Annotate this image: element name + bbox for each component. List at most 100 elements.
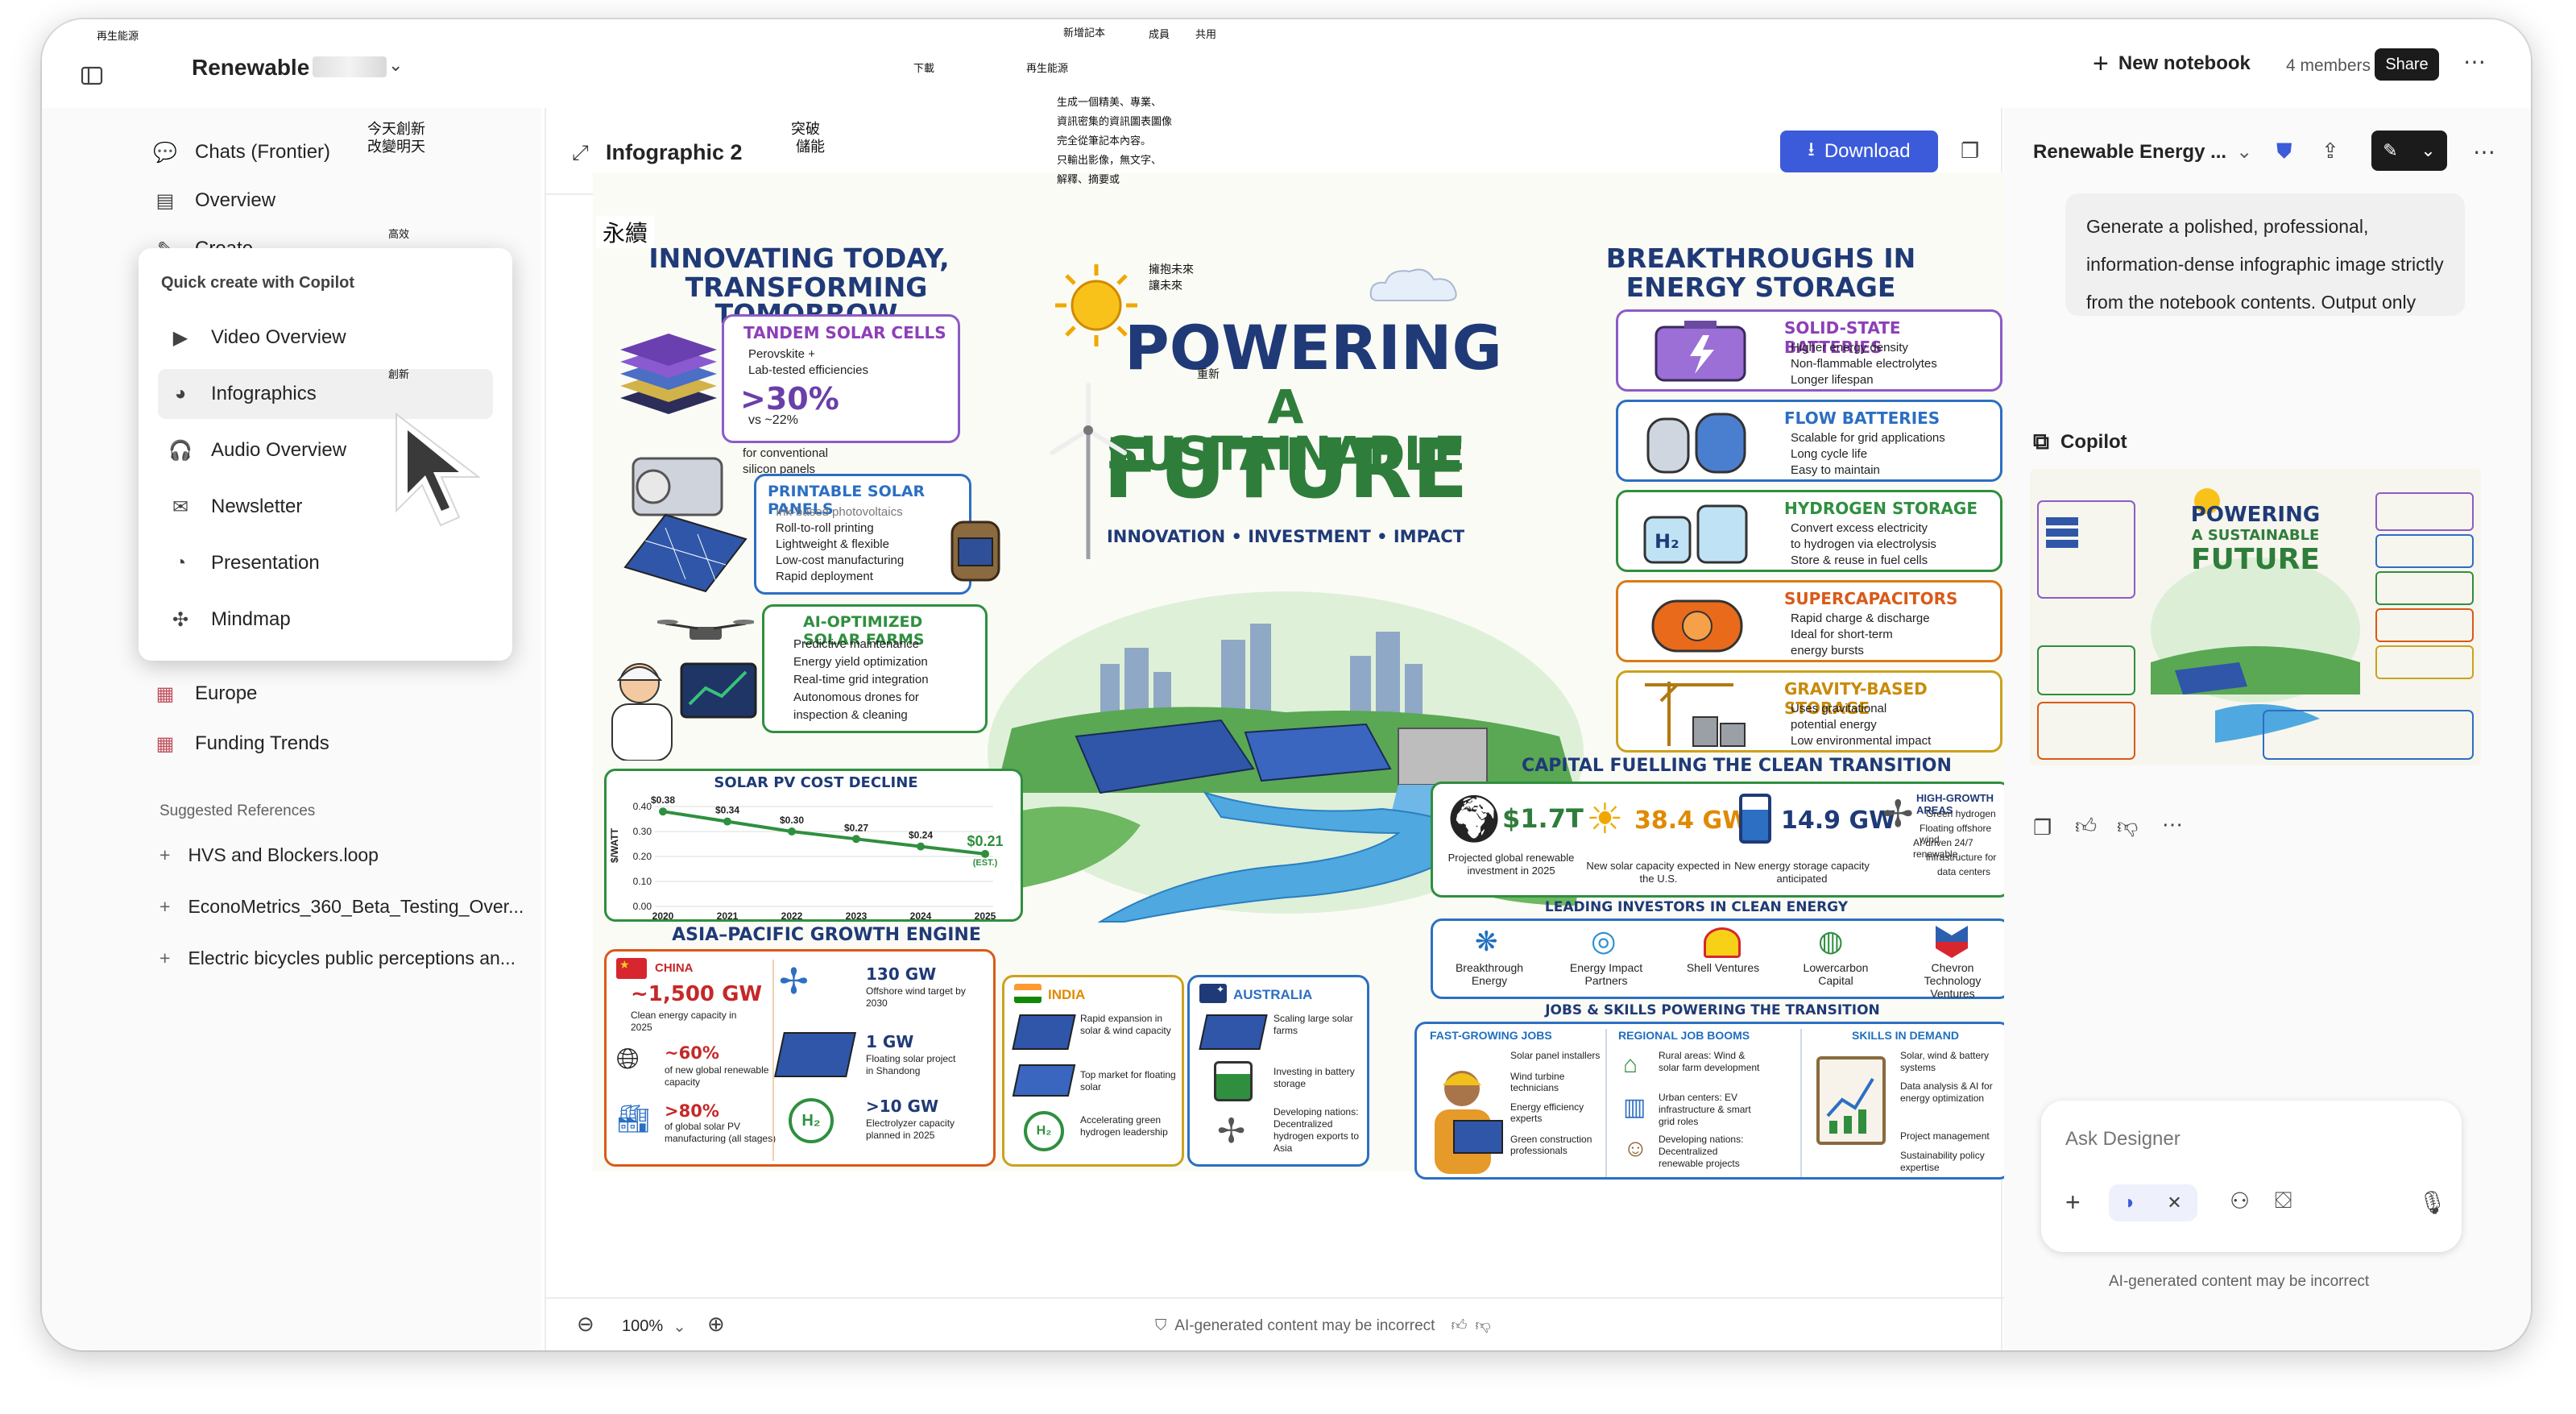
center-subtitle: INNOVATION • INVESTMENT • IMPACT [1106, 527, 1465, 546]
hydrogen-icon: H₂ [789, 1098, 834, 1143]
shield-icon[interactable]: ⛊ [2276, 139, 2292, 164]
x-tick-label: 2022 [781, 910, 803, 922]
china-stat-label: Floating solar project in Shandong [866, 1053, 956, 1076]
canvas-title[interactable]: Infographic 2 [606, 140, 743, 165]
add-icon: + [159, 896, 171, 917]
add-icon[interactable]: + [2065, 1188, 2081, 1217]
panel-title[interactable]: Renewable Energy ... ⌄ [2033, 140, 2252, 164]
capital-label: New energy storage capacity anticipated [1734, 860, 1870, 885]
australia-item: Investing in battery storage [1274, 1066, 1355, 1089]
storage-bullet: potential energy [1791, 718, 1877, 732]
ai-farms-bullet: Autonomous drones for [793, 690, 919, 704]
zoom-out-icon[interactable]: ⊖ [577, 1312, 594, 1337]
thumbs-down-icon[interactable]: 👎︎ [1475, 1317, 1490, 1335]
more-options-icon[interactable]: ⋯ [2473, 139, 2495, 165]
ai-farms-bullet: Energy yield optimization [793, 655, 928, 669]
generated-thumbnail[interactable]: POWERING A SUSTAINABLE FUTURE [2030, 469, 2481, 765]
jobs-card: FAST-GROWING JOBS Solar panel installers… [1414, 1022, 2011, 1180]
disclaimer-text: AI-generated content may be incorrect [1174, 1317, 1435, 1334]
designer-chip[interactable]: ◗ ✕ [2109, 1184, 2197, 1221]
overlay-annotation: 讓未來 [1149, 279, 1182, 292]
investor-label: Breakthrough Energy [1455, 961, 1524, 987]
x-tick-label: 2023 [846, 910, 868, 922]
notebook-title[interactable]: Renewable [192, 55, 309, 81]
sidebar-item-label: Chats (Frontier) [195, 141, 331, 163]
sidebar-item-overview[interactable]: ▤ Overview [153, 189, 275, 213]
microphone-icon[interactable]: 🎙︎ [2418, 1189, 2447, 1216]
printable-bullet: Roll-to-roll printing [776, 521, 874, 535]
sidebar-item-label: Overview [195, 189, 276, 211]
china-name: CHINA [655, 961, 694, 975]
thumbs-down-icon[interactable]: 👎︎ [2117, 814, 2138, 839]
newsletter-icon: ✉ [172, 496, 189, 518]
menu-item-label: Mindmap [211, 608, 291, 630]
reference-item[interactable]: + HVS and Blockers.loop [159, 844, 379, 866]
headphones-icon: 🎧 [168, 439, 193, 462]
copy-icon[interactable]: ❐ [2033, 815, 2052, 840]
menu-item-label: Infographics [211, 383, 317, 404]
capital-title: CAPITAL FUELLING THE CLEAN TRANSITION [1522, 756, 1952, 776]
globe-icon: 🌍︎ [1444, 793, 1504, 845]
storage-bullet: Easy to maintain [1791, 463, 1880, 477]
more-options-icon[interactable]: ⋯ [2162, 812, 2183, 837]
more-options-icon[interactable]: ⋯ [2463, 48, 2486, 75]
download-button[interactable]: ⭳ Download [1780, 131, 1938, 172]
left-title-1: INNOVATING TODAY, [648, 243, 950, 274]
close-icon[interactable]: ✕ [2167, 1192, 2181, 1213]
overlay-annotation: 共用 [1195, 28, 1217, 40]
overlay-annotation: 資訊密集的資訊圖表圖像 [1057, 115, 1173, 127]
jobs-skills-item: Solar, wind & battery systems [1900, 1050, 1990, 1073]
y-tick-label: 0.10 [633, 876, 652, 887]
expand-icon[interactable]: ⤢ [572, 140, 589, 166]
china-stat: 1 GW [866, 1032, 914, 1051]
china-card: ★ CHINA ~1,500 GW Clean energy capacity … [604, 949, 996, 1167]
overlay-annotation: 只輸出影像，無文字、 [1057, 154, 1162, 166]
china-stat: >80% [665, 1101, 719, 1121]
thumbs-up-icon[interactable]: 👍︎ [1451, 1317, 1467, 1335]
thumb-title-1: POWERING [2190, 503, 2321, 527]
cloud-illustration [1366, 265, 1463, 305]
reference-item[interactable]: + EconoMetrics_360_Beta_Testing_Over... [159, 896, 524, 918]
jobs-skills-title: SKILLS IN DEMAND [1852, 1029, 1959, 1042]
menu-item-video-overview[interactable]: ▶ Video Overview [158, 313, 493, 363]
storage-bullet: energy bursts [1791, 644, 1864, 657]
printer-illustration [617, 450, 754, 595]
menu-item-presentation[interactable]: ◔ Presentation [158, 538, 493, 588]
members-count[interactable]: 4 members [2286, 56, 2371, 76]
share-icon[interactable]: ⇪ [2321, 139, 2339, 164]
y-tick-label: 0.20 [633, 851, 652, 862]
chevron-down-icon[interactable]: ⌄ [388, 55, 403, 76]
copy-icon[interactable]: ❐ [1961, 139, 1979, 164]
brand-kit-icon[interactable]: ⛋ [2275, 1188, 2292, 1214]
app-window: Renewable ⌄ + New notebook 4 members Sha… [42, 19, 2531, 1350]
share-button[interactable]: Share [2375, 48, 2439, 81]
sidebar-item-chats[interactable]: 💬 Chats (Frontier) [153, 140, 330, 164]
reference-item[interactable]: + Electric bicycles public perceptions a… [159, 948, 516, 969]
zoom-in-icon[interactable]: ⊕ [707, 1312, 725, 1337]
capital-card: 🌍︎ $1.7T Projected global renewable inve… [1431, 782, 2011, 898]
sidebar-item-funding-trends[interactable]: ▦ Funding Trends [153, 732, 329, 756]
pv-cost-line [662, 810, 986, 856]
jobs-title: JOBS & SKILLS POWERING THE TRANSITION [1545, 1002, 1880, 1018]
sidebar-toggle-icon[interactable] [77, 61, 106, 90]
zoom-level[interactable]: 100% ⌄ [622, 1317, 686, 1337]
ask-designer-input[interactable] [2065, 1123, 2436, 1155]
new-notebook-button[interactable]: + New notebook [2093, 50, 2251, 77]
ask-designer-box: + ◗ ✕ ⚇ ⛋ 🎙︎ [2041, 1101, 2462, 1252]
data-point [723, 817, 731, 826]
capital-value: 38.4 GW [1634, 807, 1750, 835]
overlay-annotation: 新增記本 [1063, 27, 1106, 39]
edit-button[interactable]: ✎ ⌄ [2371, 131, 2447, 171]
sidebar-item-europe[interactable]: ▦ Europe [153, 682, 258, 706]
printable-bullet: Ink-based photovoltaics [776, 505, 903, 519]
thumbs-up-icon[interactable]: 👍︎ [2075, 814, 2097, 839]
india-card: INDIA Rapid expansion in solar & wind ca… [1002, 975, 1184, 1167]
tandem-card: TANDEM SOLAR CELLS Perovskite + Lab-test… [722, 314, 960, 443]
worker-illustration [1422, 1056, 1510, 1177]
suggested-references-heading: Suggested References [159, 802, 316, 819]
menu-item-mindmap[interactable]: ✣ Mindmap [158, 595, 493, 645]
image-style-icon[interactable]: ⚇ [2230, 1188, 2250, 1214]
china-stat: ~60% [665, 1043, 719, 1063]
storage-title: HYDROGEN STORAGE [1784, 499, 1978, 518]
notebook-title-blur [313, 56, 387, 77]
